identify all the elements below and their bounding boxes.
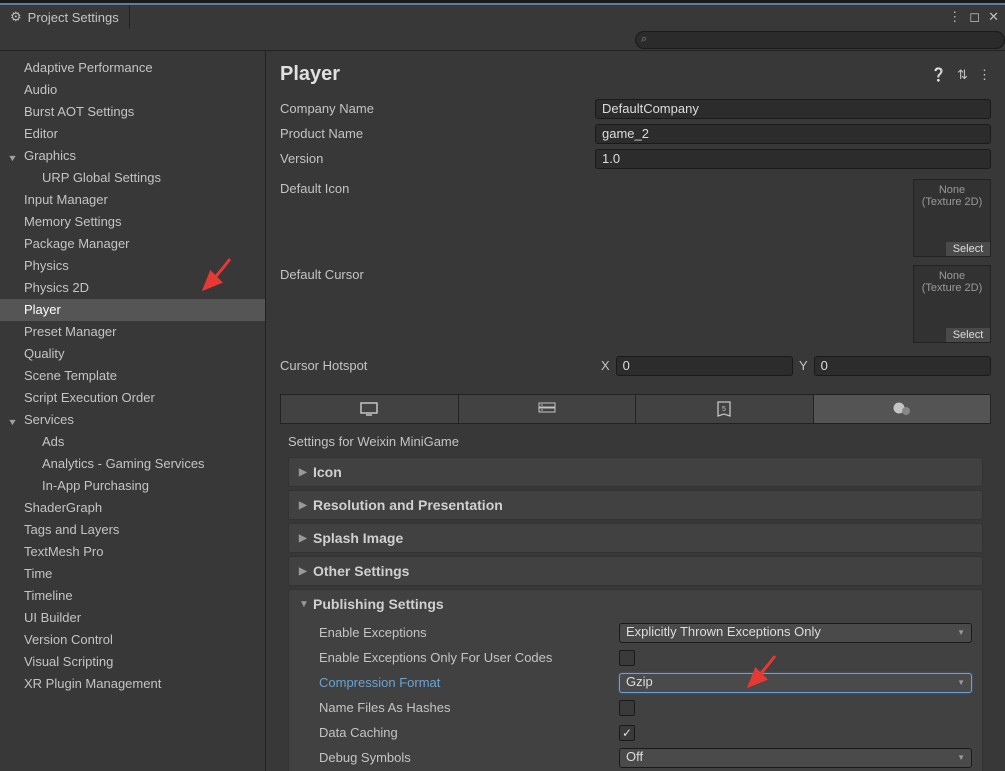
company-name-input[interactable] [595, 99, 991, 119]
foldout-resolution: ▶Resolution and Presentation [288, 490, 983, 520]
search-icon: ⌕ [641, 33, 647, 46]
platform-tabs: 5 [280, 394, 991, 424]
sidebar-item-input-manager[interactable]: Input Manager [0, 189, 265, 211]
foldout-publishing-header[interactable]: ▼Publishing Settings [289, 590, 982, 618]
foldout-other: ▶Other Settings [288, 556, 983, 586]
sidebar-item-analytics-gaming-services[interactable]: Analytics - Gaming Services [0, 453, 265, 475]
product-name-label: Product Name [280, 126, 595, 141]
platform-tab-server[interactable] [459, 395, 637, 423]
platform-tab-standalone[interactable] [281, 395, 459, 423]
debug-symbols-select[interactable]: Off [619, 748, 972, 768]
settings-sidebar: Adaptive PerformanceAudioBurst AOT Setti… [0, 51, 266, 771]
sidebar-item-player[interactable]: Player [0, 299, 265, 321]
sidebar-item-in-app-purchasing[interactable]: In-App Purchasing [0, 475, 265, 497]
sidebar-item-physics[interactable]: Physics [0, 255, 265, 277]
sidebar-item-quality[interactable]: Quality [0, 343, 265, 365]
sidebar-item-textmesh-pro[interactable]: TextMesh Pro [0, 541, 265, 563]
default-cursor-select-button[interactable]: Select [946, 328, 990, 342]
enable-exceptions-label: Enable Exceptions [319, 625, 619, 640]
data-caching-label: Data Caching [319, 725, 619, 740]
foldout-splash-header[interactable]: ▶Splash Image [289, 524, 982, 552]
sidebar-item-editor[interactable]: Editor [0, 123, 265, 145]
titlebar: ⚙ Project Settings ⋮ ◻ ✕ [0, 5, 1005, 29]
window-title: Project Settings [28, 10, 119, 25]
default-icon-asset[interactable]: None (Texture 2D) Select [913, 179, 991, 257]
foldout-publishing: ▼Publishing Settings Enable Exceptions E… [288, 589, 983, 771]
sidebar-item-ui-builder[interactable]: UI Builder [0, 607, 265, 629]
default-icon-select-button[interactable]: Select [946, 242, 990, 256]
version-input[interactable] [595, 149, 991, 169]
sidebar-item-urp-global-settings[interactable]: URP Global Settings [0, 167, 265, 189]
foldout-icon: ▶Icon [288, 457, 983, 487]
sidebar-item-scene-template[interactable]: Scene Template [0, 365, 265, 387]
default-cursor-asset[interactable]: None (Texture 2D) Select [913, 265, 991, 343]
default-cursor-label: Default Cursor [280, 265, 595, 282]
sidebar-item-version-control[interactable]: Version Control [0, 629, 265, 651]
foldout-resolution-header[interactable]: ▶Resolution and Presentation [289, 491, 982, 519]
name-hashes-label: Name Files As Hashes [319, 700, 619, 715]
sidebar-item-adaptive-performance[interactable]: Adaptive Performance [0, 57, 265, 79]
menu-dots-icon[interactable]: ⋮ [948, 9, 961, 25]
foldout-icon-header[interactable]: ▶Icon [289, 458, 982, 486]
hotspot-y-label: Y [799, 358, 808, 373]
compression-format-select[interactable]: Gzip [619, 673, 972, 693]
foldout-splash: ▶Splash Image [288, 523, 983, 553]
company-name-label: Company Name [280, 101, 595, 116]
sidebar-item-audio[interactable]: Audio [0, 79, 265, 101]
sidebar-item-script-execution-order[interactable]: Script Execution Order [0, 387, 265, 409]
maximize-icon[interactable]: ◻ [969, 9, 980, 25]
sidebar-item-burst-aot-settings[interactable]: Burst AOT Settings [0, 101, 265, 123]
sidebar-item-physics-2d[interactable]: Physics 2D [0, 277, 265, 299]
help-icon[interactable]: ❔ [931, 67, 947, 83]
sidebar-item-shadergraph[interactable]: ShaderGraph [0, 497, 265, 519]
sidebar-item-xr-plugin-management[interactable]: XR Plugin Management [0, 673, 265, 695]
name-hashes-checkbox[interactable] [619, 700, 635, 716]
close-icon[interactable]: ✕ [988, 9, 999, 25]
search-input[interactable] [635, 31, 1005, 49]
hotspot-x-input[interactable] [616, 356, 793, 376]
enable-exceptions-select[interactable]: Explicitly Thrown Exceptions Only [619, 623, 972, 643]
platform-section-label: Settings for Weixin MiniGame [288, 434, 991, 449]
sidebar-item-services[interactable]: Services [0, 409, 265, 431]
sidebar-item-memory-settings[interactable]: Memory Settings [0, 211, 265, 233]
debug-symbols-label: Debug Symbols [319, 750, 619, 765]
default-icon-label: Default Icon [280, 179, 595, 196]
searchbar: ⌕ [0, 29, 1005, 51]
sidebar-item-tags-and-layers[interactable]: Tags and Layers [0, 519, 265, 541]
sidebar-item-timeline[interactable]: Timeline [0, 585, 265, 607]
user-codes-checkbox[interactable] [619, 650, 635, 666]
compression-format-label: Compression Format [319, 675, 619, 690]
gear-icon: ⚙ [10, 9, 22, 25]
hotspot-y-input[interactable] [814, 356, 991, 376]
more-icon[interactable]: ⋮ [978, 67, 991, 83]
sidebar-item-package-manager[interactable]: Package Manager [0, 233, 265, 255]
platform-tab-weixin[interactable] [814, 395, 991, 423]
sidebar-item-ads[interactable]: Ads [0, 431, 265, 453]
foldout-other-header[interactable]: ▶Other Settings [289, 557, 982, 585]
product-name-input[interactable] [595, 124, 991, 144]
version-label: Version [280, 151, 595, 166]
cursor-hotspot-label: Cursor Hotspot [280, 358, 595, 373]
user-codes-label: Enable Exceptions Only For User Codes [319, 650, 619, 665]
platform-tab-webgl[interactable]: 5 [636, 395, 814, 423]
svg-text:5: 5 [722, 406, 726, 413]
data-caching-checkbox[interactable]: ✓ [619, 725, 635, 741]
preset-icon[interactable]: ⇅ [957, 67, 968, 83]
page-title: Player [280, 63, 340, 86]
sidebar-item-preset-manager[interactable]: Preset Manager [0, 321, 265, 343]
sidebar-item-graphics[interactable]: Graphics [0, 145, 265, 167]
sidebar-item-time[interactable]: Time [0, 563, 265, 585]
hotspot-x-label: X [601, 358, 610, 373]
window-tab[interactable]: ⚙ Project Settings [0, 5, 130, 29]
sidebar-item-visual-scripting[interactable]: Visual Scripting [0, 651, 265, 673]
main-panel: Player ❔ ⇅ ⋮ Company Name Product Name V… [266, 51, 1005, 771]
